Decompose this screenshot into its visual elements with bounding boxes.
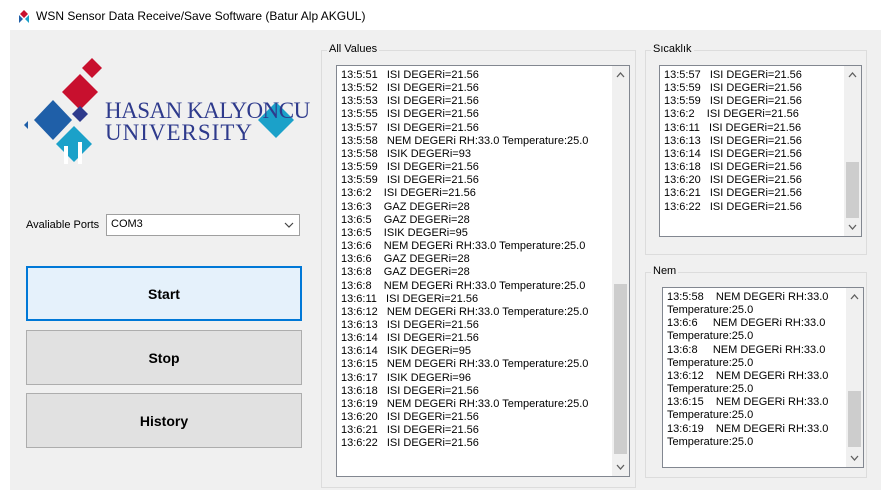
all-values-label: All Values (327, 43, 380, 55)
list-item[interactable]: 13:6:19 NEM DEGERi RH:33.0 Temperature:2… (341, 398, 588, 411)
list-item[interactable]: 13:6:2 ISI DEGERi=21.56 (664, 108, 802, 121)
list-item[interactable]: 13:5:57 ISI DEGERi=21.56 (341, 122, 588, 135)
scroll-down-icon[interactable] (847, 221, 858, 232)
list-item[interactable]: 13:5:58 NEM DEGERi RH:33.0 Temperature:2… (341, 135, 588, 148)
list-item[interactable]: 13:5:52 ISI DEGERi=21.56 (341, 82, 588, 95)
list-item[interactable]: 13:5:55 ISI DEGERi=21.56 (341, 108, 588, 121)
sicaklik-scroll-thumb[interactable] (846, 162, 859, 218)
scroll-down-icon[interactable] (849, 452, 860, 463)
list-item[interactable]: 13:6:6 NEM DEGERi RH:33.0 Temperature:25… (341, 240, 588, 253)
scroll-down-icon[interactable] (615, 461, 626, 472)
all-values-lines: 13:5:51 ISI DEGERi=21.56 13:5:52 ISI DEGE… (341, 69, 588, 451)
scroll-up-icon[interactable] (615, 70, 626, 81)
scroll-up-icon[interactable] (847, 70, 858, 81)
list-item[interactable]: 13:5:59 ISI DEGERi=21.56 (664, 82, 802, 95)
sicaklik-label: Sıcaklık (651, 43, 694, 55)
all-values-scrollbar[interactable] (612, 66, 629, 476)
list-item[interactable]: Temperature:25.0 (667, 357, 828, 370)
list-item[interactable]: 13:6:17 ISIK DEGERi=96 (341, 372, 588, 385)
nem-lines: 13:5:58 NEM DEGERi RH:33.0 Temperature:25… (667, 291, 828, 449)
list-item[interactable]: 13:6:5 GAZ DEGERi=28 (341, 214, 588, 227)
list-item[interactable]: 13:6:14 ISI DEGERi=21.56 (664, 148, 802, 161)
list-item[interactable]: 13:6:14 ISIK DEGERi=95 (341, 345, 588, 358)
list-item[interactable]: 13:6:14 ISI DEGERi=21.56 (341, 332, 588, 345)
list-item[interactable]: 13:5:53 ISI DEGERi=21.56 (341, 95, 588, 108)
list-item[interactable]: 13:5:59 ISI DEGERi=21.56 (664, 95, 802, 108)
list-item[interactable]: 13:6:6 NEM DEGERi RH:33.0 (667, 317, 828, 330)
list-item[interactable]: Temperature:25.0 (667, 436, 828, 449)
start-button[interactable]: Start (26, 266, 302, 321)
chevron-down-icon[interactable] (283, 219, 295, 231)
logo-text-line2: UNIVERSITY (105, 120, 253, 145)
list-item[interactable]: 13:6:19 NEM DEGERi RH:33.0 (667, 423, 828, 436)
ports-select[interactable]: COM3 (106, 214, 300, 236)
window-title: WSN Sensor Data Receive/Save Software (B… (36, 9, 366, 23)
sicaklik-listbox[interactable]: 13:5:57 ISI DEGERi=21.56 13:5:59 ISI DEGE… (659, 65, 862, 237)
list-item[interactable]: 13:6:12 NEM DEGERi RH:33.0 (667, 370, 828, 383)
list-item[interactable]: 13:6:22 ISI DEGERi=21.56 (664, 201, 802, 214)
list-item[interactable]: 13:6:5 ISIK DEGERi=95 (341, 227, 588, 240)
list-item[interactable]: Temperature:25.0 (667, 409, 828, 422)
list-item[interactable]: 13:6:2 ISI DEGERi=21.56 (341, 187, 588, 200)
list-item[interactable]: 13:6:20 ISI DEGERi=21.56 (341, 411, 588, 424)
list-item[interactable]: Temperature:25.0 (667, 304, 828, 317)
app-logo-icon (19, 10, 29, 23)
list-item[interactable]: 13:6:15 NEM DEGERi RH:33.0 (667, 396, 828, 409)
ports-label: Avaliable Ports (26, 219, 100, 231)
all-values-scroll-thumb[interactable] (614, 284, 627, 454)
list-item[interactable]: 13:5:58 ISIK DEGERi=93 (341, 148, 588, 161)
list-item[interactable]: 13:5:57 ISI DEGERi=21.56 (664, 69, 802, 82)
list-item[interactable]: 13:6:11 ISI DEGERi=21.56 (664, 122, 802, 135)
list-item[interactable]: 13:6:20 ISI DEGERi=21.56 (664, 174, 802, 187)
nem-scrollbar[interactable] (846, 288, 863, 467)
list-item[interactable]: 13:6:3 GAZ DEGERi=28 (341, 201, 588, 214)
list-item[interactable]: 13:6:8 NEM DEGERi RH:33.0 (667, 344, 828, 357)
list-item[interactable]: 13:5:58 NEM DEGERi RH:33.0 (667, 291, 828, 304)
list-item[interactable]: 13:6:22 ISI DEGERi=21.56 (341, 437, 588, 450)
list-item[interactable]: 13:6:11 ISI DEGERi=21.56 (341, 293, 588, 306)
university-logo: HASAN KALYONCU UNIVERSITY (20, 58, 310, 183)
sicaklik-scrollbar[interactable] (844, 66, 861, 236)
list-item[interactable]: 13:6:21 ISI DEGERi=21.56 (664, 187, 802, 200)
list-item[interactable]: 13:5:51 ISI DEGERi=21.56 (341, 69, 588, 82)
sicaklik-lines: 13:5:57 ISI DEGERi=21.56 13:5:59 ISI DEGE… (664, 69, 802, 214)
list-item[interactable]: 13:6:15 NEM DEGERi RH:33.0 Temperature:2… (341, 358, 588, 371)
nem-scroll-thumb[interactable] (848, 391, 861, 447)
stop-button[interactable]: Stop (26, 330, 302, 385)
title-bar: WSN Sensor Data Receive/Save Software (B… (0, 0, 887, 30)
list-item[interactable]: Temperature:25.0 (667, 383, 828, 396)
list-item[interactable]: 13:6:13 ISI DEGERi=21.56 (341, 319, 588, 332)
nem-label: Nem (651, 265, 679, 277)
history-button[interactable]: History (26, 393, 302, 448)
list-item[interactable]: 13:6:8 GAZ DEGERi=28 (341, 266, 588, 279)
list-item[interactable]: 13:6:18 ISI DEGERi=21.56 (341, 385, 588, 398)
list-item[interactable]: 13:6:8 NEM DEGERi RH:33.0 Temperature:25… (341, 280, 588, 293)
all-values-listbox[interactable]: 13:5:51 ISI DEGERi=21.56 13:5:52 ISI DEGE… (336, 65, 630, 477)
list-item[interactable]: Temperature:25.0 (667, 330, 828, 343)
list-item[interactable]: 13:6:18 ISI DEGERi=21.56 (664, 161, 802, 174)
scroll-up-icon[interactable] (849, 292, 860, 303)
list-item[interactable]: 13:6:13 ISI DEGERi=21.56 (664, 135, 802, 148)
list-item[interactable]: 13:6:12 NEM DEGERi RH:33.0 Temperature:2… (341, 306, 588, 319)
list-item[interactable]: 13:5:59 ISI DEGERi=21.56 (341, 161, 588, 174)
nem-listbox[interactable]: 13:5:58 NEM DEGERi RH:33.0 Temperature:25… (662, 287, 864, 468)
list-item[interactable]: 13:6:6 GAZ DEGERi=28 (341, 253, 588, 266)
list-item[interactable]: 13:6:21 ISI DEGERi=21.56 (341, 424, 588, 437)
ports-selected-value: COM3 (111, 218, 143, 230)
list-item[interactable]: 13:5:59 ISI DEGERi=21.56 (341, 174, 588, 187)
